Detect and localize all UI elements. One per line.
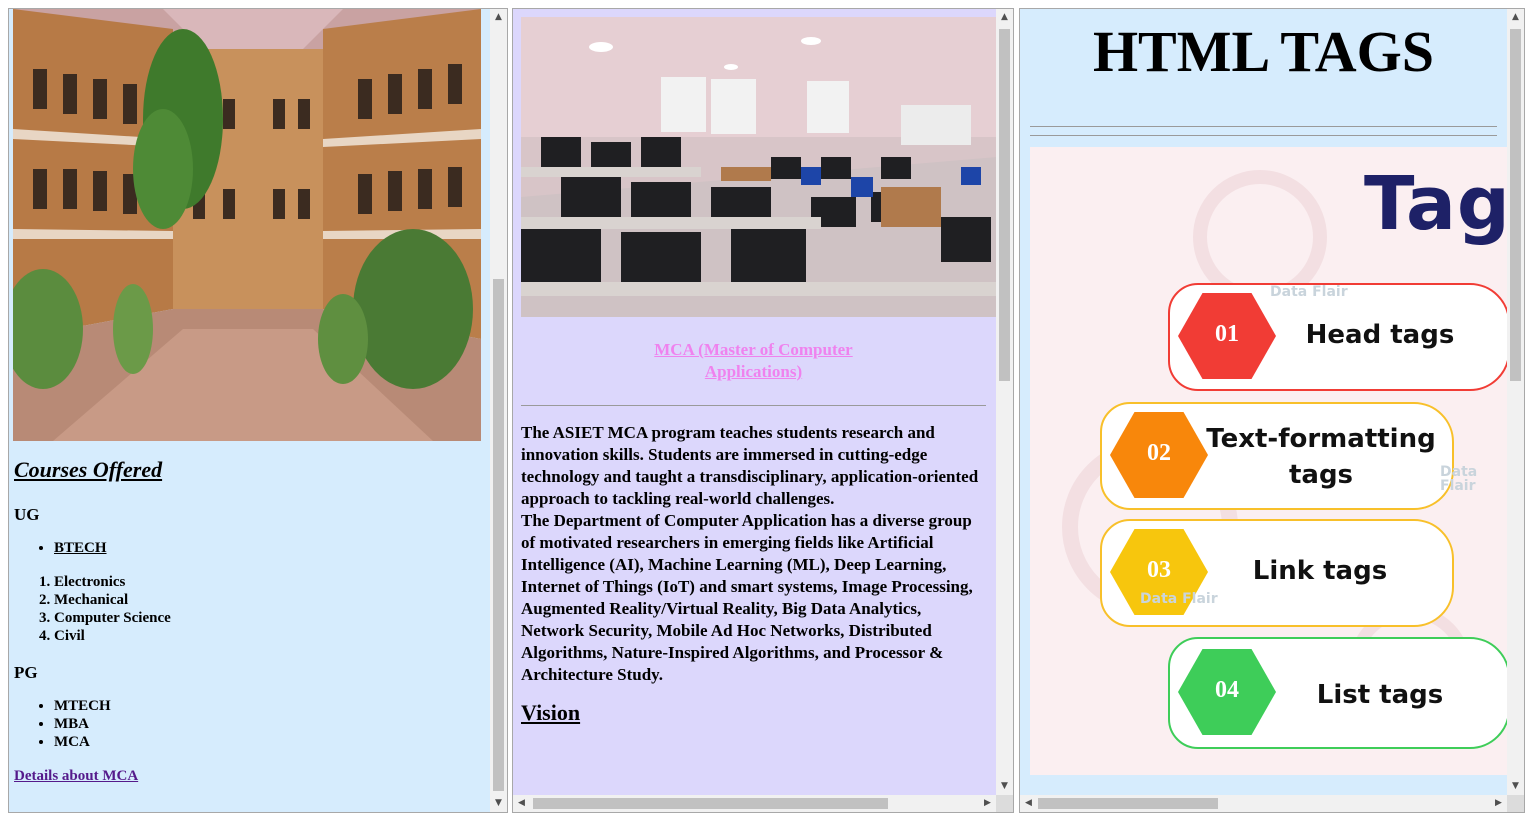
btech-branch-list: Electronics Mechanical Computer Science … xyxy=(14,573,484,645)
computer-lab-image xyxy=(521,17,997,317)
scroll-left-arrow-icon[interactable]: ◀ xyxy=(1020,795,1037,812)
scroll-thumb[interactable] xyxy=(999,29,1010,381)
list-item: Mechanical xyxy=(54,591,484,609)
item-number: 04 xyxy=(1215,677,1239,703)
list-item: BTECH xyxy=(54,539,484,557)
vertical-scrollbar[interactable]: ▲ ▼ xyxy=(1507,9,1524,795)
list-item: Civil xyxy=(54,627,484,645)
label-line1: Text-formatting xyxy=(1206,424,1436,454)
scroll-down-arrow-icon[interactable]: ▼ xyxy=(996,778,1013,795)
pg-heading: PG xyxy=(14,663,38,682)
horizontal-scrollbar[interactable]: ◀ ▶ xyxy=(513,795,996,812)
list-tags-label: List tags xyxy=(1316,680,1444,710)
btech-label: BTECH xyxy=(54,540,107,556)
vision-heading: Vision xyxy=(521,700,581,725)
scroll-up-arrow-icon[interactable]: ▲ xyxy=(1507,9,1524,26)
link-tags-label: Link tags xyxy=(1252,556,1388,586)
divider xyxy=(1030,126,1497,127)
mca-intro-paragraph: The ASIET MCA program teaches students r… xyxy=(521,423,979,508)
scroll-thumb[interactable] xyxy=(1510,29,1521,381)
divider xyxy=(1030,135,1497,136)
dataflair-watermark: Data Flair xyxy=(1440,464,1478,494)
list-item: Computer Science xyxy=(54,609,484,627)
mca-title-line1[interactable]: MCA (Master of Computer xyxy=(654,340,852,359)
item-number: 03 xyxy=(1147,557,1171,583)
scroll-up-arrow-icon[interactable]: ▲ xyxy=(490,9,507,26)
html-tags-title: HTML TAGS xyxy=(1092,19,1435,84)
courses-frame[interactable]: Courses Offered UG BTECH Electronics Mec… xyxy=(8,8,508,813)
list-item: MTECH xyxy=(54,697,484,715)
details-about-mca-link[interactable]: Details about MCA xyxy=(14,768,138,784)
mca-frame[interactable]: MCA (Master of Computer Applications) Th… xyxy=(512,8,1014,813)
scroll-up-arrow-icon[interactable]: ▲ xyxy=(996,9,1013,26)
scroll-left-arrow-icon[interactable]: ◀ xyxy=(513,795,530,812)
scroll-right-arrow-icon[interactable]: ▶ xyxy=(979,795,996,812)
head-tags-label: Head tags xyxy=(1305,320,1455,350)
item-number: 01 xyxy=(1215,321,1239,347)
text-formatting-tags-label: Text-formatting tags xyxy=(1206,421,1436,493)
vertical-scrollbar[interactable]: ▲ ▼ xyxy=(996,9,1013,795)
department-paragraph: The Department of Computer Application h… xyxy=(521,511,973,684)
html-tags-infographic: Tag 01 Head tags Data Flair 02 Text-form… xyxy=(1030,147,1507,775)
dataflair-watermark: Data Flair xyxy=(1140,591,1218,607)
scroll-corner xyxy=(996,795,1013,812)
scroll-thumb[interactable] xyxy=(493,279,504,791)
list-item: Electronics xyxy=(54,573,484,591)
horizontal-scrollbar[interactable]: ◀ ▶ xyxy=(1020,795,1507,812)
html-tags-frame[interactable]: HTML TAGS Tag 01 Head tags Data Flair 02… xyxy=(1019,8,1525,813)
vertical-scrollbar[interactable]: ▲ ▼ xyxy=(490,9,507,812)
scroll-down-arrow-icon[interactable]: ▼ xyxy=(490,795,507,812)
tag-heading: Tag xyxy=(1364,161,1507,247)
scroll-thumb[interactable] xyxy=(1038,798,1218,809)
campus-building-image xyxy=(13,9,481,441)
scroll-down-arrow-icon[interactable]: ▼ xyxy=(1507,778,1524,795)
scroll-corner xyxy=(1507,795,1524,812)
mca-title-line2[interactable]: Applications) xyxy=(705,362,802,381)
scroll-thumb[interactable] xyxy=(533,798,888,809)
item-number: 02 xyxy=(1147,440,1171,466)
list-item: MCA xyxy=(54,733,484,751)
mca-title[interactable]: MCA (Master of Computer Applications) xyxy=(521,339,986,383)
ug-program-list: BTECH xyxy=(14,539,484,557)
label-line2: tags xyxy=(1288,460,1354,490)
courses-offered-heading: Courses Offered xyxy=(14,457,163,482)
pg-program-list: MTECH MBA MCA xyxy=(14,697,484,751)
scroll-right-arrow-icon[interactable]: ▶ xyxy=(1490,795,1507,812)
list-item: MBA xyxy=(54,715,484,733)
dataflair-watermark: Data Flair xyxy=(1270,284,1348,300)
ug-heading: UG xyxy=(14,505,40,524)
divider xyxy=(521,405,986,406)
